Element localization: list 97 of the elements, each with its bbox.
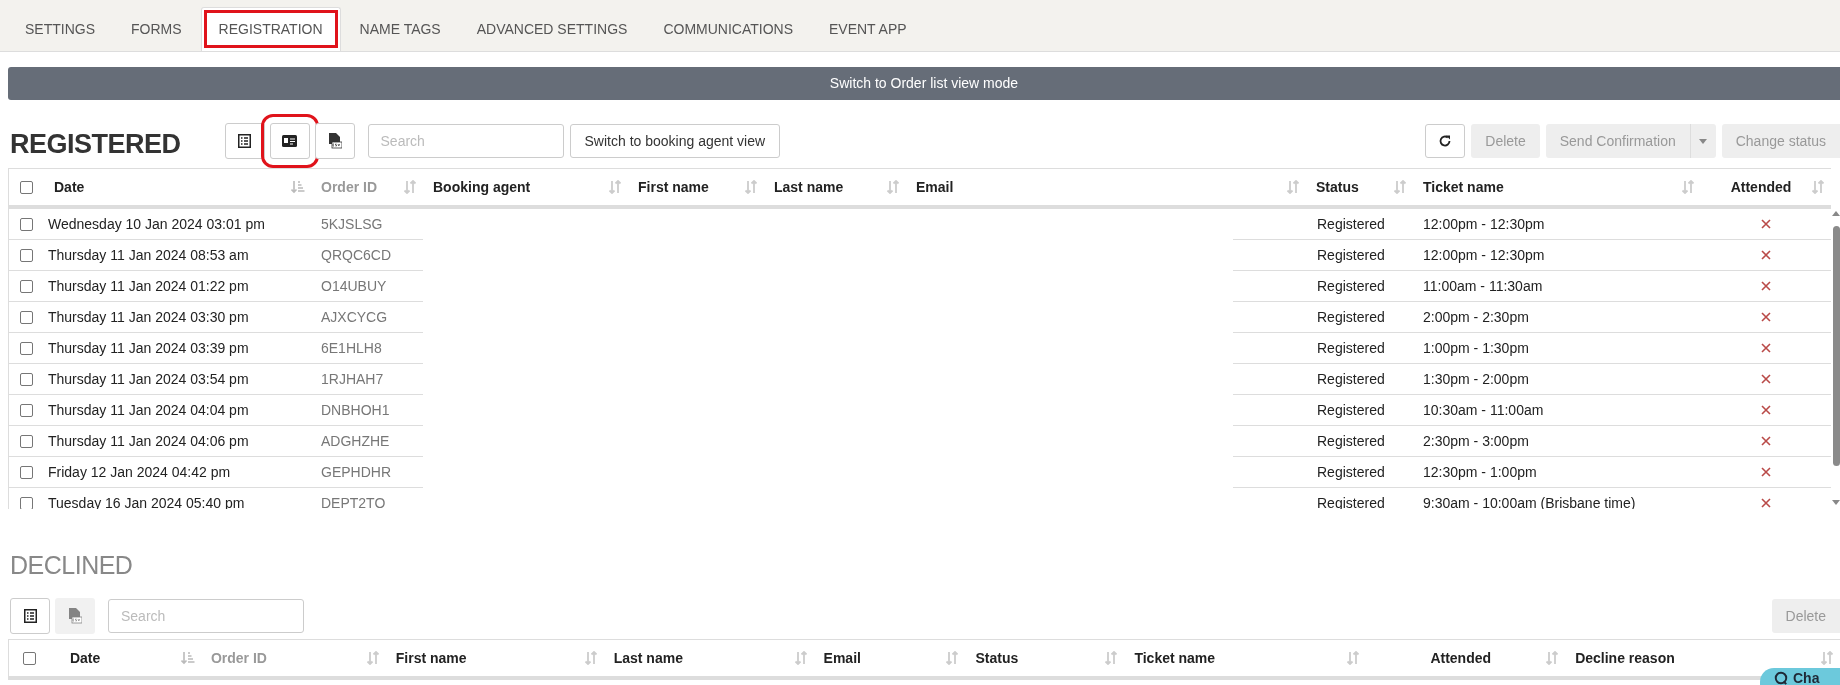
date-cell-text: Thursday 11 Jan 2024 03:30 pm [48,307,249,327]
column-header[interactable]: Status [975,647,1019,669]
status-cell-text: Registered [1317,400,1385,420]
column-header[interactable]: First name [638,176,709,198]
order-id-cell-text: O14UBUY [321,276,387,296]
status-cell-text: Registered [1317,276,1385,296]
speech-bubble-icon [1774,671,1788,685]
row-checkbox[interactable] [20,217,33,231]
date-cell-text: Friday 12 Jan 2024 04:42 pm [48,462,231,482]
order-id-cell-text: 6E1HLH8 [321,338,382,358]
csv-file-icon [327,133,342,149]
scrollbar[interactable] [1832,210,1840,506]
date-cell-text: Thursday 11 Jan 2024 04:06 pm [48,431,249,451]
order-id-cell-text: DNBHOH1 [321,400,390,420]
status-cell-text: Registered [1317,307,1385,327]
chat-button[interactable]: Cha [1760,668,1840,685]
date-cell-text: Thursday 11 Jan 2024 04:04 pm [48,400,249,420]
status-cell-text: Registered [1317,214,1385,234]
dropdown-toggle[interactable] [1689,124,1716,158]
column-header[interactable]: Last name [774,176,844,198]
ticket-name-cell-text: 11:00am - 11:30am [1423,276,1543,296]
status-cell-text: Registered [1317,338,1385,358]
column-header[interactable]: Ticket name [1134,647,1216,669]
row-checkbox[interactable] [20,372,33,386]
column-header[interactable]: Date [69,647,101,669]
row-checkbox[interactable] [20,310,33,324]
column-header[interactable]: Last name [613,647,683,669]
nav-tab[interactable]: SETTINGS [8,7,112,51]
date-cell-text: Thursday 11 Jan 2024 03:54 pm [48,369,249,389]
view-mode-bar[interactable]: Switch to Order list view mode [8,67,1840,100]
column-header[interactable]: Date [54,176,85,198]
nav-tab[interactable]: FORMS [114,7,199,51]
status-cell-text: Registered [1317,245,1385,265]
row-checkbox[interactable] [20,341,33,355]
nav-tab[interactable]: NAME TAGS [342,7,458,51]
scroll-up-icon[interactable] [1832,210,1840,216]
order-id-cell-text: GEPHDHR [321,462,391,482]
section-title: DECLINED [10,550,133,582]
order-id-cell-text: QRQC6CD [321,245,391,265]
refresh-button[interactable] [1425,124,1466,158]
list-icon [23,609,37,623]
ticket-name-cell-text: 12:00pm - 12:30pm [1423,245,1545,265]
search-field[interactable]: Search [367,124,564,158]
status-cell-text: Registered [1317,462,1385,482]
ticket-name-cell-text: 1:00pm - 1:30pm [1423,338,1529,358]
row-checkbox[interactable] [20,465,33,479]
order-id-cell-text: AJXCYCG [321,307,388,327]
order-id-cell-text: 1RJHAH7 [321,369,384,389]
row-checkbox[interactable] [20,403,33,417]
order-id-cell-text: DEPT2TO [321,493,386,509]
ticket-name-cell-text: 10:30am - 11:00am [1423,400,1544,420]
list-icon [238,134,252,148]
view-toggle-button[interactable] [224,123,265,159]
column-header[interactable]: First name [395,647,467,669]
date-cell-text: Wednesday 10 Jan 2024 03:01 pm [48,214,265,234]
column-header[interactable]: Email [916,176,954,198]
agent-view-button[interactable]: Switch to booking agent view [569,124,781,158]
row-checkbox[interactable] [20,279,33,293]
view-toggle-button[interactable] [10,598,50,634]
nav-tab[interactable]: ADVANCED SETTINGS [459,7,645,51]
date-cell-text: Thursday 11 Jan 2024 08:53 am [48,245,249,265]
column-header[interactable]: Email [823,647,861,669]
ticket-name-cell-text: 1:30pm - 2:00pm [1423,369,1529,389]
column-header[interactable]: Attended [1730,176,1792,198]
status-cell-text: Registered [1317,369,1385,389]
nav-tab[interactable]: REGISTRATION [200,7,341,51]
select-all-checkbox[interactable] [23,651,37,665]
ticket-name-cell-text: 2:30pm - 3:00pm [1423,431,1529,451]
sort-descending-icon[interactable] [180,651,195,665]
refresh-icon [1438,134,1453,148]
order-id-cell-text: ADGHZHE [321,431,390,451]
scroll-down-icon[interactable] [1832,500,1840,506]
row-checkbox[interactable] [20,434,33,448]
sort-descending-icon[interactable] [291,180,305,194]
column-header[interactable]: Ticket name [1423,176,1504,198]
select-all-checkbox[interactable] [20,180,33,194]
nav-tab[interactable]: COMMUNICATIONS [646,7,810,51]
date-cell-text: Thursday 11 Jan 2024 03:39 pm [48,338,249,358]
caret-icon [1699,138,1708,144]
ticket-name-cell-text: 12:00pm - 12:30pm [1423,214,1545,234]
view-toggle-button[interactable] [314,123,355,159]
order-id-cell-text: 5KJSLSG [321,214,383,234]
ticket-name-cell-text: 12:30pm - 1:00pm [1423,462,1537,482]
search-field[interactable]: Search [108,599,304,633]
column-header[interactable]: Decline reason [1575,647,1675,669]
date-cell-text: Thursday 11 Jan 2024 01:22 pm [48,276,249,296]
status-cell-text: Registered [1317,431,1385,451]
row-checkbox[interactable] [20,248,33,262]
csv-file-icon [68,608,82,624]
nav-tab[interactable]: EVENT APP [812,7,924,51]
column-header[interactable]: Attended [1430,647,1492,669]
column-header[interactable]: Booking agent [433,176,531,198]
section-title: REGISTERED [10,127,181,161]
column-header[interactable]: Status [1316,176,1359,198]
id-card-icon [282,135,298,147]
ticket-name-cell-text: 2:00pm - 2:30pm [1423,307,1529,327]
row-checkbox[interactable] [20,496,33,509]
